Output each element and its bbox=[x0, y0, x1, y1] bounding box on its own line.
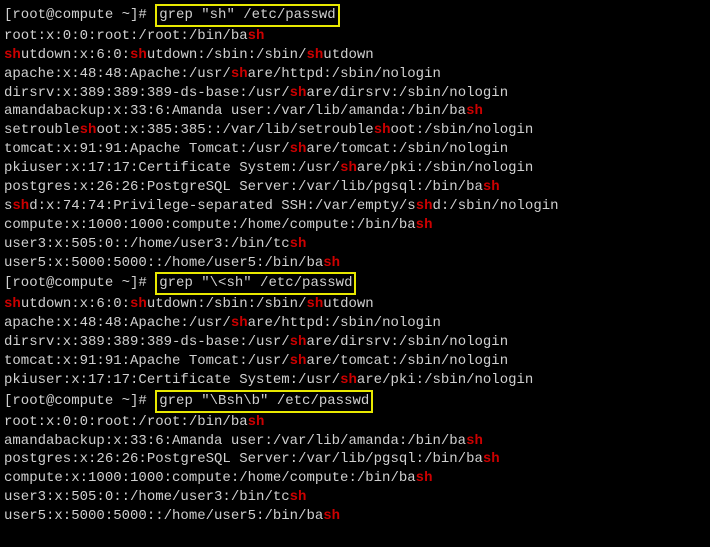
grep-match: sh bbox=[483, 179, 500, 195]
output-line: apache:x:48:48:Apache:/usr/share/httpd:/… bbox=[4, 65, 706, 84]
output-line: setroubleshoot:x:385:385::/var/lib/setro… bbox=[4, 121, 706, 140]
grep-match: sh bbox=[466, 433, 483, 449]
output-line: user5:x:5000:5000::/home/user5:/bin/bash bbox=[4, 507, 706, 526]
grep-match: sh bbox=[416, 198, 433, 214]
grep-match: sh bbox=[306, 47, 323, 63]
output-line: dirsrv:x:389:389:389-ds-base:/usr/share/… bbox=[4, 333, 706, 352]
output-line: pkiuser:x:17:17:Certificate System:/usr/… bbox=[4, 159, 706, 178]
grep-match: sh bbox=[323, 508, 340, 524]
grep-match: sh bbox=[323, 255, 340, 271]
output-line: dirsrv:x:389:389:389-ds-base:/usr/share/… bbox=[4, 84, 706, 103]
grep-match: sh bbox=[340, 372, 357, 388]
output-line: tomcat:x:91:91:Apache Tomcat:/usr/share/… bbox=[4, 352, 706, 371]
shell-prompt: [root@compute ~]# bbox=[4, 393, 155, 409]
output-line: root:x:0:0:root:/root:/bin/bash bbox=[4, 413, 706, 432]
command-highlight-1: grep "sh" /etc/passwd bbox=[155, 4, 339, 27]
grep-match: sh bbox=[290, 334, 307, 350]
grep-match: sh bbox=[248, 28, 265, 44]
grep-match: sh bbox=[290, 489, 307, 505]
grep-match: sh bbox=[231, 66, 248, 82]
grep-match: sh bbox=[483, 451, 500, 467]
output-line: postgres:x:26:26:PostgreSQL Server:/var/… bbox=[4, 178, 706, 197]
grep-match: sh bbox=[12, 198, 29, 214]
grep-match: sh bbox=[290, 141, 307, 157]
grep-match: sh bbox=[130, 47, 147, 63]
command-highlight-2: grep "\<sh" /etc/passwd bbox=[155, 272, 356, 295]
prompt-line-1[interactable]: [root@compute ~]# grep "sh" /etc/passwd bbox=[4, 4, 706, 27]
grep-match: sh bbox=[80, 122, 97, 138]
output-line: postgres:x:26:26:PostgreSQL Server:/var/… bbox=[4, 450, 706, 469]
output-line: pkiuser:x:17:17:Certificate System:/usr/… bbox=[4, 371, 706, 390]
output-line: amandabackup:x:33:6:Amanda user:/var/lib… bbox=[4, 102, 706, 121]
prompt-line-3[interactable]: [root@compute ~]# grep "\Bsh\b" /etc/pas… bbox=[4, 390, 706, 413]
output-line: compute:x:1000:1000:compute:/home/comput… bbox=[4, 469, 706, 488]
output-line: amandabackup:x:33:6:Amanda user:/var/lib… bbox=[4, 432, 706, 451]
output-line: user3:x:505:0::/home/user3:/bin/tcsh bbox=[4, 488, 706, 507]
output-line: shutdown:x:6:0:shutdown:/sbin:/sbin/shut… bbox=[4, 295, 706, 314]
grep-match: sh bbox=[306, 296, 323, 312]
grep-match: sh bbox=[4, 296, 21, 312]
terminal-output: [root@compute ~]# grep "sh" /etc/passwd … bbox=[4, 4, 706, 526]
output-line: root:x:0:0:root:/root:/bin/bash bbox=[4, 27, 706, 46]
grep-match: sh bbox=[4, 47, 21, 63]
grep-match: sh bbox=[231, 315, 248, 331]
grep-match: sh bbox=[290, 353, 307, 369]
grep-match: sh bbox=[416, 217, 433, 233]
grep-match: sh bbox=[290, 85, 307, 101]
grep-match: sh bbox=[130, 296, 147, 312]
command-highlight-3: grep "\Bsh\b" /etc/passwd bbox=[155, 390, 373, 413]
grep-match: sh bbox=[374, 122, 391, 138]
output-line: apache:x:48:48:Apache:/usr/share/httpd:/… bbox=[4, 314, 706, 333]
grep-match: sh bbox=[466, 103, 483, 119]
output-line: user5:x:5000:5000::/home/user5:/bin/bash bbox=[4, 254, 706, 273]
shell-prompt: [root@compute ~]# bbox=[4, 7, 155, 23]
grep-match: sh bbox=[416, 470, 433, 486]
output-line: compute:x:1000:1000:compute:/home/comput… bbox=[4, 216, 706, 235]
output-line: shutdown:x:6:0:shutdown:/sbin:/sbin/shut… bbox=[4, 46, 706, 65]
grep-match: sh bbox=[248, 414, 265, 430]
grep-match: sh bbox=[340, 160, 357, 176]
output-line: sshd:x:74:74:Privilege-separated SSH:/va… bbox=[4, 197, 706, 216]
output-line: user3:x:505:0::/home/user3:/bin/tcsh bbox=[4, 235, 706, 254]
prompt-line-2[interactable]: [root@compute ~]# grep "\<sh" /etc/passw… bbox=[4, 272, 706, 295]
output-line: tomcat:x:91:91:Apache Tomcat:/usr/share/… bbox=[4, 140, 706, 159]
grep-match: sh bbox=[290, 236, 307, 252]
shell-prompt: [root@compute ~]# bbox=[4, 275, 155, 291]
